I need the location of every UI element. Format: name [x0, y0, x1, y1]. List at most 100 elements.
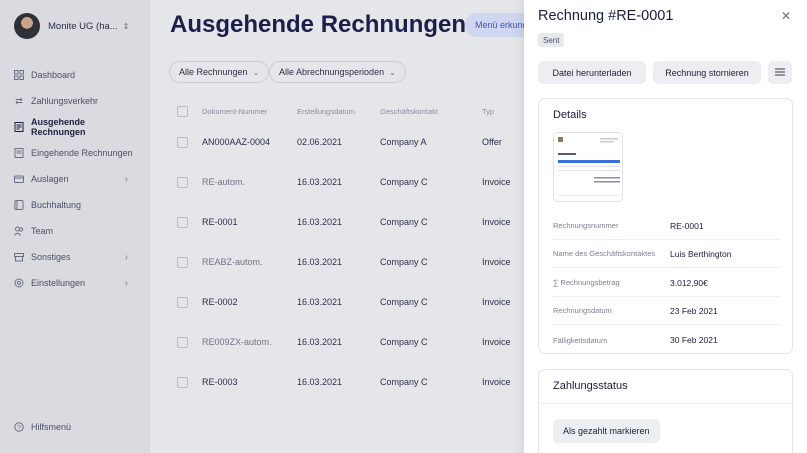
table-header: Dokument-Nummer Erstellungsdatum Geschäf…	[177, 100, 525, 122]
row-checkbox[interactable]	[177, 256, 188, 268]
cell-number: RE-0002	[202, 297, 238, 307]
table-row[interactable]: RE-autom. 16.03.2021 Company C Invoice	[177, 162, 525, 202]
payment-status-title: Zahlungsstatus	[553, 380, 628, 392]
cell-type: Offer	[482, 137, 502, 147]
sidebar-item-eingehende-rechnungen[interactable]: Eingehende Rechnungen	[14, 140, 138, 166]
table-row[interactable]: RE-0003 16.03.2021 Company C Invoice	[177, 362, 525, 402]
cell-contact: Company C	[380, 217, 428, 227]
cell-type: Invoice	[482, 297, 511, 307]
detail-value: 23 Feb 2021	[670, 305, 718, 316]
cell-number: RE009ZX-autom.	[202, 337, 272, 347]
cell-contact: Company C	[380, 177, 428, 187]
invoice-preview-thumbnail[interactable]	[553, 132, 623, 202]
period-filter-dropdown[interactable]: Alle Abrechnungsperioden ⌄	[269, 61, 406, 83]
sidebar-nav: Dashboard ⇄ Zahlungsverkehr Ausgehende R…	[14, 62, 138, 296]
table-row[interactable]: RE009ZX-autom. 16.03.2021 Company C Invoice	[177, 322, 525, 362]
detail-key: ∑ Rechnungsbetrag	[553, 278, 620, 287]
detail-key: Fälligkeitsdatum	[553, 335, 608, 345]
sidebar-item-label: Buchhaltung	[31, 200, 82, 210]
mark-paid-button[interactable]: Als gezahlt markieren	[553, 419, 660, 443]
divider	[539, 403, 792, 404]
cell-number: RE-0001	[202, 217, 238, 227]
cell-number: REABZ-autom.	[202, 257, 263, 267]
filter-label: Alle Abrechnungsperioden	[279, 67, 385, 77]
table-row[interactable]: REABZ-autom. 16.03.2021 Company C Invoice	[177, 242, 525, 282]
invoice-in-icon	[14, 148, 24, 158]
cell-date: 16.03.2021	[297, 217, 343, 227]
cell-date: 16.03.2021	[297, 177, 343, 187]
sidebar-item-dashboard[interactable]: Dashboard	[14, 62, 138, 88]
column-header[interactable]: Dokument-Nummer	[202, 107, 297, 116]
account-name: Monite UG (ha...	[48, 20, 118, 32]
chevron-right-icon: ›	[124, 277, 128, 289]
sidebar-item-label: Ausgehende Rechnungen	[31, 117, 86, 137]
download-file-button[interactable]: Datei herunterladen	[538, 61, 646, 84]
cell-type: Invoice	[482, 337, 511, 347]
expenses-icon	[14, 174, 24, 184]
table-row[interactable]: AN000AAZ-0004 02.06.2021 Company A Offer	[177, 122, 525, 162]
row-checkbox[interactable]	[177, 216, 188, 228]
sidebar-item-label: Sonstiges	[31, 252, 71, 262]
invoice-detail-panel: Rechnung #RE-0001 ✕ Sent Datei herunterl…	[524, 0, 807, 453]
table-row[interactable]: RE-0002 16.03.2021 Company C Invoice	[177, 282, 525, 322]
sidebar-item-sonstiges[interactable]: Sonstiges ›	[14, 244, 138, 270]
sidebar-item-buchhaltung[interactable]: Buchhaltung	[14, 192, 138, 218]
misc-icon	[14, 252, 24, 262]
svg-text:?: ?	[17, 424, 21, 431]
cell-date: 16.03.2021	[297, 377, 343, 387]
sidebar-item-label: Zahlungsverkehr	[31, 96, 99, 106]
table-row[interactable]: RE-0001 16.03.2021 Company C Invoice	[177, 202, 525, 242]
detail-key: Rechnungsnummer	[553, 221, 619, 230]
row-checkbox[interactable]	[177, 296, 188, 308]
sidebar-item-team[interactable]: Team	[14, 218, 138, 244]
help-menu[interactable]: ? Hilfsmenü	[14, 422, 71, 432]
sidebar-item-auslagen[interactable]: Auslagen ›	[14, 166, 138, 192]
sidebar-item-label: Einstellungen	[31, 278, 86, 288]
more-menu-button[interactable]	[768, 61, 792, 84]
invoice-filter-dropdown[interactable]: Alle Rechnungen ⌄	[169, 61, 270, 83]
chevron-down-icon: ⌄	[389, 67, 396, 77]
chevron-down-icon: ⌄	[252, 67, 260, 77]
detail-row-due-date: Fälligkeitsdatum 30 Feb 2021	[553, 326, 781, 354]
detail-value: RE-0001	[670, 220, 704, 231]
team-icon	[14, 226, 24, 236]
cell-contact: Company C	[380, 297, 428, 307]
hamburger-icon	[775, 68, 785, 78]
cell-date: 16.03.2021	[297, 257, 343, 267]
sidebar-item-label: Eingehende Rechnungen	[31, 148, 133, 158]
row-checkbox[interactable]	[177, 176, 188, 188]
cancel-invoice-button[interactable]: Rechnung stornieren	[653, 61, 761, 84]
detail-row-invoice-date: Rechnungsdatum 23 Feb 2021	[553, 297, 781, 325]
sidebar-item-einstellungen[interactable]: Einstellungen ›	[14, 270, 138, 296]
column-header[interactable]: Erstellungsdatum	[297, 107, 380, 116]
sidebar-item-ausgehende-rechnungen[interactable]: Ausgehende Rechnungen	[14, 114, 138, 140]
cell-number: RE-autom.	[202, 177, 246, 187]
detail-row-contact-name: Name des Geschäftskontaktes Luis Berthin…	[553, 240, 781, 268]
cell-number: AN000AAZ-0004	[202, 137, 271, 147]
detail-value: Luis Berthington	[670, 248, 732, 259]
row-checkbox[interactable]	[177, 376, 188, 388]
invoice-out-icon	[14, 122, 24, 132]
sidebar-item-zahlungsverkehr[interactable]: ⇄ Zahlungsverkehr	[14, 88, 138, 114]
close-icon[interactable]: ✕	[781, 9, 791, 23]
sidebar: Monite UG (ha... ⇕ Dashboard ⇄ Zahlungsv…	[0, 0, 150, 453]
detail-row-amount: ∑ Rechnungsbetrag 3.012,90€	[553, 269, 781, 297]
payment-status-card: Zahlungsstatus Als gezahlt markieren	[538, 369, 793, 453]
detail-key: Name des Geschäftskontaktes	[553, 249, 656, 258]
ledger-icon	[14, 200, 24, 210]
chevron-right-icon: ›	[124, 173, 128, 185]
select-all-checkbox[interactable]	[177, 105, 188, 117]
column-header[interactable]: Geschäftskontakt	[380, 107, 482, 116]
transfer-icon: ⇄	[15, 95, 23, 106]
page-title: Ausgehende Rechnungen	[170, 11, 467, 38]
details-title: Details	[553, 109, 587, 121]
cell-date: 02.06.2021	[297, 137, 343, 147]
cell-date: 16.03.2021	[297, 337, 343, 347]
row-checkbox[interactable]	[177, 136, 188, 148]
account-switcher[interactable]: Monite UG (ha... ⇕	[14, 13, 129, 39]
help-icon: ?	[14, 422, 24, 432]
row-checkbox[interactable]	[177, 336, 188, 348]
grid-icon	[14, 70, 24, 80]
column-header[interactable]: Typ	[482, 107, 522, 116]
chevron-updown-icon: ⇕	[122, 21, 130, 31]
